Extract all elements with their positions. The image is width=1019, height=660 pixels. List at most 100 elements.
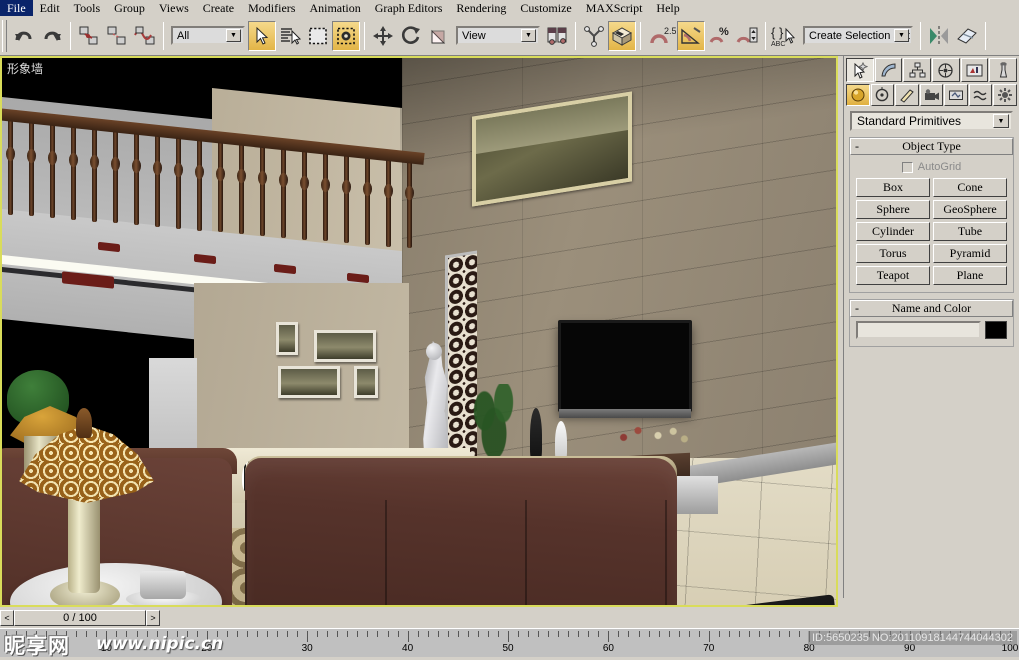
angle-snap-toggle-icon[interactable] bbox=[677, 20, 705, 51]
window-crossing-icon[interactable] bbox=[332, 20, 360, 51]
rollout-title: Object Type bbox=[902, 139, 961, 153]
autogrid-row[interactable]: AutoGrid bbox=[856, 161, 1007, 173]
viewport-perspective[interactable]: Z X Y 形象墙 bbox=[0, 56, 838, 607]
rollout-collapse-icon[interactable]: - bbox=[855, 301, 859, 316]
menu-item-customize[interactable]: Customize bbox=[513, 0, 578, 16]
create-pyramid-button[interactable]: Pyramid bbox=[933, 244, 1007, 263]
manipulate-icon[interactable] bbox=[580, 21, 608, 51]
menu-item-maxscript[interactable]: MAXScript bbox=[579, 0, 650, 16]
select-and-move-icon[interactable] bbox=[369, 21, 397, 51]
menu-label: Help bbox=[656, 1, 680, 15]
category-systems-icon[interactable] bbox=[993, 84, 1018, 106]
object-color-swatch[interactable] bbox=[985, 321, 1007, 339]
rollout-object-type: - Object Type AutoGrid Box Cone Sphere G… bbox=[849, 137, 1014, 293]
menu-item-edit[interactable]: Edit bbox=[33, 0, 67, 16]
tab-display[interactable] bbox=[960, 58, 989, 82]
menu-item-group[interactable]: Group bbox=[107, 0, 152, 16]
undo-icon[interactable] bbox=[10, 21, 38, 51]
create-geosphere-button[interactable]: GeoSphere bbox=[933, 200, 1007, 219]
chevron-down-icon[interactable]: ▼ bbox=[993, 114, 1009, 128]
next-frame-button[interactable]: > bbox=[146, 610, 160, 626]
select-and-rotate-icon[interactable] bbox=[397, 21, 425, 51]
baluster bbox=[405, 156, 414, 249]
tab-create[interactable] bbox=[846, 58, 874, 82]
redo-icon[interactable] bbox=[38, 21, 66, 51]
viewport-navigation-controls[interactable] bbox=[843, 598, 1019, 628]
tab-modify[interactable] bbox=[874, 58, 903, 82]
ruler-tick-minor bbox=[668, 631, 670, 637]
render-scene-icon[interactable] bbox=[608, 20, 636, 51]
align-icon[interactable] bbox=[953, 21, 981, 51]
menu-item-create[interactable]: Create bbox=[196, 0, 241, 16]
category-cameras-icon[interactable] bbox=[919, 84, 944, 106]
prev-frame-button[interactable]: < bbox=[0, 610, 14, 626]
create-sphere-button[interactable]: Sphere bbox=[856, 200, 930, 219]
create-torus-button[interactable]: Torus bbox=[856, 244, 930, 263]
spinner-snap-toggle-icon[interactable] bbox=[733, 21, 761, 51]
chevron-down-icon[interactable]: ▼ bbox=[894, 29, 909, 42]
menu-item-views[interactable]: Views bbox=[152, 0, 196, 16]
create-tube-button[interactable]: Tube bbox=[933, 222, 1007, 241]
mirror-icon[interactable] bbox=[925, 21, 953, 51]
category-space-warps-icon[interactable] bbox=[968, 84, 993, 106]
rollout-collapse-icon[interactable]: - bbox=[855, 139, 859, 154]
tab-hierarchy[interactable] bbox=[903, 58, 932, 82]
primitive-category-dropdown[interactable]: Standard Primitives ▼ bbox=[850, 111, 1013, 131]
ruler-tick-minor bbox=[497, 631, 499, 637]
create-plane-button[interactable]: Plane bbox=[933, 266, 1007, 285]
ruler-tick-minor bbox=[277, 631, 279, 637]
menu-label: Animation bbox=[309, 1, 361, 15]
create-teapot-button[interactable]: Teapot bbox=[856, 266, 930, 285]
chevron-down-icon[interactable]: ▼ bbox=[521, 29, 536, 42]
ruler-tick-major bbox=[407, 631, 409, 642]
menu-item-rendering[interactable]: Rendering bbox=[449, 0, 513, 16]
baluster bbox=[258, 141, 267, 236]
snaps-toggle-icon[interactable]: 2.5 bbox=[645, 21, 677, 51]
named-selection-sets-icon[interactable]: { } ABC bbox=[770, 21, 800, 51]
select-and-scale-icon[interactable] bbox=[425, 21, 453, 51]
bind-to-space-warp-icon[interactable] bbox=[131, 21, 159, 51]
use-pivot-point-center-icon[interactable] bbox=[543, 21, 571, 51]
unlink-selection-icon[interactable] bbox=[103, 21, 131, 51]
percent-snap-toggle-icon[interactable]: % bbox=[705, 21, 733, 51]
tab-motion[interactable] bbox=[932, 58, 960, 82]
menu-item-help[interactable]: Help bbox=[649, 0, 686, 16]
create-cone-button[interactable]: Cone bbox=[933, 178, 1007, 197]
selection-filter-dropdown[interactable]: All ▼ bbox=[171, 26, 245, 45]
toolbar-grip[interactable] bbox=[2, 19, 7, 52]
select-by-name-icon[interactable] bbox=[276, 21, 304, 51]
tab-utilities[interactable] bbox=[989, 58, 1018, 82]
ruler-tick-minor bbox=[648, 631, 650, 637]
ruler-tick-minor bbox=[598, 631, 600, 637]
ruler-tick-minor bbox=[728, 631, 730, 637]
menu-item-animation[interactable]: Animation bbox=[302, 0, 367, 16]
ruler-tick-minor bbox=[678, 631, 680, 637]
selection-set-input[interactable]: Create Selection Set ▼ bbox=[803, 26, 913, 45]
category-helpers-icon[interactable] bbox=[944, 84, 968, 106]
rollout-header-name-and-color[interactable]: - Name and Color bbox=[850, 300, 1013, 317]
reference-coordinate-dropdown[interactable]: View ▼ bbox=[456, 26, 540, 45]
category-shapes-icon[interactable] bbox=[870, 84, 895, 106]
create-box-button[interactable]: Box bbox=[856, 178, 930, 197]
category-geometry-icon[interactable] bbox=[846, 84, 870, 106]
menu-item-tools[interactable]: Tools bbox=[67, 0, 108, 16]
viewport-render[interactable]: Z X Y 形象墙 bbox=[2, 58, 836, 605]
time-slider[interactable]: < 0 / 100 > bbox=[0, 609, 160, 627]
current-frame-field[interactable]: 0 / 100 bbox=[14, 610, 146, 626]
menu-item-modifiers[interactable]: Modifiers bbox=[241, 0, 302, 16]
select-object-icon[interactable] bbox=[248, 20, 276, 51]
category-lights-icon[interactable] bbox=[895, 84, 919, 106]
menu-item-file[interactable]: File bbox=[0, 0, 33, 16]
rollout-header-object-type[interactable]: - Object Type bbox=[850, 138, 1013, 155]
create-cylinder-button[interactable]: Cylinder bbox=[856, 222, 930, 241]
select-and-link-icon[interactable] bbox=[75, 21, 103, 51]
menu-item-graph-editors[interactable]: Graph Editors bbox=[368, 0, 450, 16]
autogrid-checkbox[interactable] bbox=[901, 161, 913, 173]
chevron-down-icon[interactable]: ▼ bbox=[226, 29, 241, 42]
menu-label: Create bbox=[202, 1, 235, 15]
rectangular-selection-region-icon[interactable] bbox=[304, 21, 332, 51]
object-name-input[interactable] bbox=[856, 321, 981, 339]
ruler-tick-minor bbox=[568, 631, 570, 637]
ruler-tick-minor bbox=[799, 631, 801, 637]
ruler-tick-minor bbox=[437, 631, 439, 637]
